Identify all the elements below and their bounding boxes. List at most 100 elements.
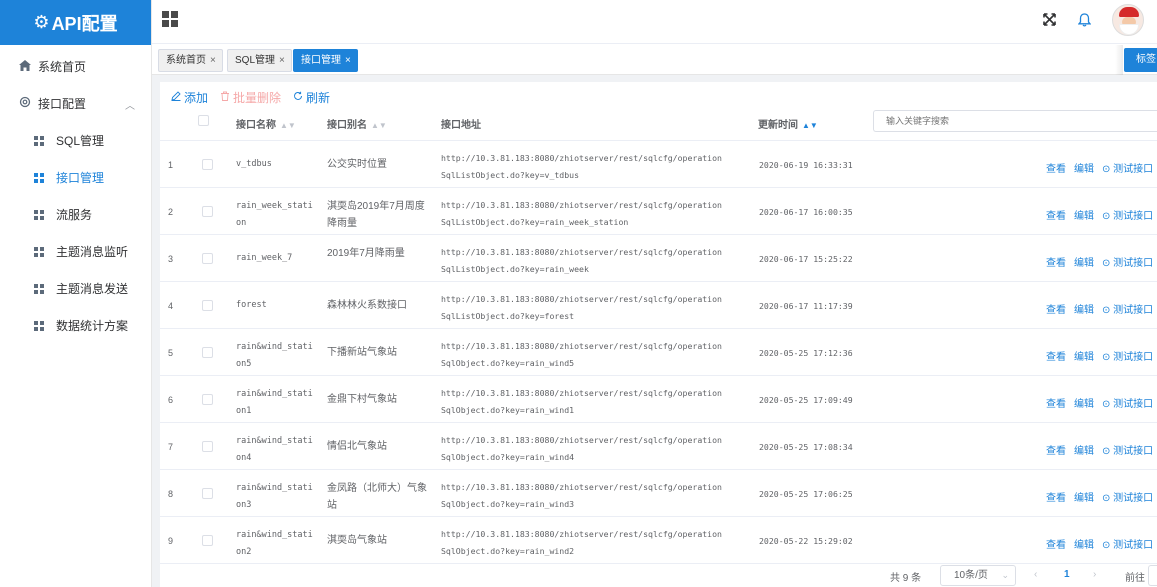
row-checkbox[interactable]: [202, 253, 213, 264]
edit-link[interactable]: 编辑: [1074, 493, 1094, 504]
tag-sql[interactable]: SQL管理 ×: [227, 49, 292, 72]
app-logo[interactable]: ⚙ API配置: [0, 0, 151, 45]
row-actions: 查看 编辑 ⊙ 测试接口: [1046, 536, 1153, 551]
view-link[interactable]: 查看: [1046, 305, 1066, 316]
menu-toggle-icon[interactable]: [162, 11, 178, 27]
column-header-name[interactable]: 接口名称 ▲▼: [236, 116, 296, 131]
test-api-link[interactable]: ⊙ 测试接口: [1102, 493, 1153, 504]
sort-icon[interactable]: ▲▼: [371, 121, 387, 130]
edit-link[interactable]: 编辑: [1074, 446, 1094, 457]
edit-link[interactable]: 编辑: [1074, 540, 1094, 551]
column-header-alias[interactable]: 接口别名 ▲▼: [327, 116, 387, 131]
test-api-link[interactable]: ⊙ 测试接口: [1102, 258, 1153, 269]
sidebar-item-3[interactable]: 主题消息监听: [0, 233, 151, 270]
pagination-total: 共 9 条: [890, 573, 922, 584]
view-link[interactable]: 查看: [1046, 258, 1066, 269]
tag-home[interactable]: 系统首页 ×: [158, 49, 223, 72]
api-name: rain&wind_stati on5: [236, 342, 313, 369]
refresh-button[interactable]: 刷新: [293, 89, 330, 106]
tags-options-button[interactable]: 标签: [1124, 48, 1157, 72]
api-alias: 下播新站气象站: [327, 347, 397, 358]
view-link[interactable]: 查看: [1046, 352, 1066, 363]
fullscreen-icon[interactable]: [1043, 13, 1056, 30]
close-icon[interactable]: ×: [345, 55, 351, 66]
sidebar-item-label: SQL管理: [56, 134, 105, 148]
test-api-link[interactable]: ⊙ 测试接口: [1102, 446, 1153, 457]
edit-link[interactable]: 编辑: [1074, 211, 1094, 222]
row-checkbox[interactable]: [202, 441, 213, 452]
api-url-line: SqlListObject.do?key=forest: [441, 311, 575, 321]
test-api-link[interactable]: ⊙ 测试接口: [1102, 211, 1153, 222]
add-button[interactable]: 添加: [171, 89, 208, 106]
edit-link[interactable]: 编辑: [1074, 399, 1094, 410]
update-time: 2020-05-25 17:06:25: [759, 489, 853, 499]
test-api-link[interactable]: ⊙ 测试接口: [1102, 164, 1153, 175]
view-link[interactable]: 查看: [1046, 399, 1066, 410]
api-url-line: http://10.3.81.183:8080/zhiotserver/rest…: [441, 435, 722, 445]
sidebar-item-home[interactable]: 系统首页: [0, 48, 151, 85]
view-link[interactable]: 查看: [1046, 211, 1066, 222]
sidebar-item-0[interactable]: SQL管理: [0, 122, 151, 159]
api-url-line: http://10.3.81.183:8080/zhiotserver/rest…: [441, 294, 722, 304]
row-checkbox[interactable]: [202, 347, 213, 358]
view-link[interactable]: 查看: [1046, 446, 1066, 457]
test-api-link[interactable]: ⊙ 测试接口: [1102, 352, 1153, 363]
view-link[interactable]: 查看: [1046, 540, 1066, 551]
view-link[interactable]: 查看: [1046, 164, 1066, 175]
tag-label: SQL管理: [235, 55, 276, 66]
api-url-line: SqlObject.do?key=rain_wind3: [441, 499, 575, 509]
bell-icon[interactable]: [1077, 13, 1092, 31]
select-all-checkbox[interactable]: [198, 115, 209, 126]
next-page-button[interactable]: ›: [1093, 569, 1096, 580]
update-time: 2020-06-17 11:17:39: [759, 301, 853, 311]
api-url-line: http://10.3.81.183:8080/zhiotserver/rest…: [441, 529, 722, 539]
test-api-link[interactable]: ⊙ 测试接口: [1102, 540, 1153, 551]
api-url-line: SqlListObject.do?key=rain_week_station: [441, 217, 629, 227]
grid-icon: [34, 246, 44, 257]
grid-icon: [34, 283, 44, 294]
row-checkbox[interactable]: [202, 300, 213, 311]
close-icon[interactable]: ×: [279, 55, 285, 66]
page-size-value: 10条/页: [954, 570, 988, 581]
test-api-link[interactable]: ⊙ 测试接口: [1102, 399, 1153, 410]
row-checkbox[interactable]: [202, 159, 213, 170]
row-checkbox[interactable]: [202, 394, 213, 405]
sidebar-item-5[interactable]: 数据统计方案: [0, 307, 151, 344]
sidebar-group-api-config[interactable]: 接口配置 ︿: [0, 85, 151, 122]
batch-delete-button[interactable]: 批量删除: [220, 89, 281, 106]
row-index: 8: [168, 489, 174, 499]
api-name: rain&wind_stati on1: [236, 389, 313, 416]
sidebar-item-1[interactable]: 接口管理: [0, 159, 151, 196]
sort-icon[interactable]: ▲▼: [280, 121, 296, 130]
test-api-link[interactable]: ⊙ 测试接口: [1102, 305, 1153, 316]
view-link[interactable]: 查看: [1046, 493, 1066, 504]
api-url-line: SqlObject.do?key=rain_wind2: [441, 546, 575, 556]
prev-page-button[interactable]: ‹: [1034, 569, 1037, 580]
edit-link[interactable]: 编辑: [1074, 305, 1094, 316]
goto-page-input[interactable]: [1148, 565, 1157, 586]
api-name: rain&wind_stati on2: [236, 530, 313, 557]
row-checkbox[interactable]: [202, 488, 213, 499]
row-checkbox[interactable]: [202, 535, 213, 546]
api-alias: 淇耎岛2019年7月周度降雨量: [327, 201, 425, 229]
row-index: 3: [168, 254, 174, 264]
page-number-current[interactable]: 1: [1064, 569, 1070, 580]
row-checkbox[interactable]: [202, 206, 213, 217]
row-actions: 查看 编辑 ⊙ 测试接口: [1046, 207, 1153, 222]
page-size-select[interactable]: 10条/页 ⌄: [940, 565, 1016, 586]
tag-api[interactable]: 接口管理 ×: [293, 49, 358, 72]
row-index: 6: [168, 395, 174, 405]
sidebar-item-2[interactable]: 流服务: [0, 196, 151, 233]
sidebar-item-label: 接口管理: [56, 171, 105, 185]
column-header-time[interactable]: 更新时间 ▲▼: [758, 116, 818, 131]
avatar[interactable]: [1112, 4, 1144, 36]
edit-link[interactable]: 编辑: [1074, 352, 1094, 363]
api-alias: 情侣北气象站: [327, 441, 387, 452]
sidebar-item-4[interactable]: 主题消息发送: [0, 270, 151, 307]
edit-link[interactable]: 编辑: [1074, 258, 1094, 269]
close-icon[interactable]: ×: [210, 55, 216, 66]
row-index: 1: [168, 160, 174, 170]
update-time: 2020-05-22 15:29:02: [759, 536, 853, 546]
sort-icon[interactable]: ▲▼: [802, 121, 818, 130]
edit-link[interactable]: 编辑: [1074, 164, 1094, 175]
